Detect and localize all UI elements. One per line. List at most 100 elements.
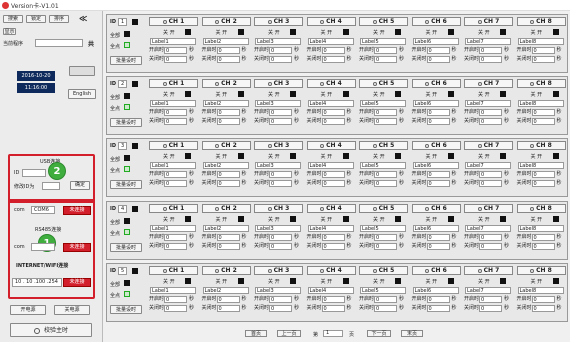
channel-switch[interactable] [552,278,559,284]
close-time-field[interactable]: 0 [531,56,555,63]
open-time-field[interactable]: 0 [374,234,397,241]
channel-button[interactable]: CH 8 [516,141,566,150]
channel-label-field[interactable]: Label5 [360,225,406,232]
close-time-field[interactable]: 0 [479,180,502,187]
open-time-field[interactable]: 0 [164,296,187,303]
channel-button[interactable]: CH 1 [149,266,198,275]
close-time-field[interactable]: 0 [269,243,292,250]
all-on-switch[interactable] [124,31,130,37]
channel-switch[interactable] [290,278,296,284]
set-time-button[interactable]: 批量设时 [110,180,142,189]
last-page-button[interactable]: 末页 [401,330,423,337]
close-time-field[interactable]: 0 [321,180,345,187]
channel-label-field[interactable]: Label8 [517,100,564,107]
channel-label-field[interactable]: Label1 [150,225,196,232]
group-id-field[interactable]: 2 [118,80,127,88]
close-time-field[interactable]: 0 [216,305,240,312]
calibrate-button[interactable]: 校验主时 [10,323,92,337]
open-time-field[interactable]: 0 [531,171,555,178]
channel-switch[interactable] [185,29,191,35]
channel-label-field[interactable]: Label1 [150,38,196,45]
channel-label-field[interactable]: Label5 [360,38,406,45]
lock-button[interactable]: 锁定 [26,15,46,23]
channel-label-field[interactable]: Label5 [360,162,406,169]
open-time-field[interactable]: 0 [269,296,292,303]
channel-label-field[interactable]: Label1 [150,100,196,107]
channel-label-field[interactable]: Label5 [360,287,406,294]
group-id-field[interactable]: 1 [118,18,127,26]
channel-button[interactable]: CH 5 [359,79,408,88]
open-time-field[interactable]: 0 [426,109,450,116]
channel-switch[interactable] [237,153,244,159]
com-select-2[interactable] [31,243,55,251]
open-time-field[interactable]: 0 [426,234,450,241]
channel-button[interactable]: CH 6 [411,79,461,88]
open-time-field[interactable]: 0 [164,234,187,241]
channel-label-field[interactable]: Label5 [360,100,406,107]
set-time-button[interactable]: 批量设时 [110,243,142,252]
open-time-field[interactable]: 0 [531,234,555,241]
open-time-field[interactable]: 0 [164,47,187,54]
channel-label-field[interactable]: Label6 [412,38,459,45]
channel-switch[interactable] [447,216,454,222]
group-id-field[interactable]: 5 [118,267,127,275]
close-time-field[interactable]: 0 [374,305,397,312]
channel-label-field[interactable]: Label2 [202,225,249,232]
close-time-field[interactable]: 0 [374,180,397,187]
channel-switch[interactable] [447,153,454,159]
open-time-field[interactable]: 0 [531,109,555,116]
new-id-field[interactable] [42,182,60,190]
all-checkbox[interactable] [124,291,130,297]
next-page-button[interactable]: 下一页 [367,330,391,337]
close-time-field[interactable]: 0 [374,243,397,250]
channel-switch[interactable] [395,29,401,35]
channel-button[interactable]: CH 5 [359,17,408,26]
channel-switch[interactable] [447,278,454,284]
channel-button[interactable]: CH 2 [201,141,251,150]
channel-switch[interactable] [395,278,401,284]
channel-label-field[interactable]: Label4 [307,162,354,169]
group-id-field[interactable]: 3 [118,142,127,150]
open-time-field[interactable]: 0 [479,47,502,54]
close-time-field[interactable]: 0 [164,56,187,63]
channel-label-field[interactable]: Label8 [517,225,564,232]
open-time-field[interactable]: 0 [374,47,397,54]
channel-label-field[interactable]: Label6 [412,287,459,294]
channel-label-field[interactable]: Label6 [412,100,459,107]
channel-switch[interactable] [342,153,349,159]
english-button[interactable]: English [68,89,96,99]
channel-button[interactable]: CH 5 [359,141,408,150]
open-time-field[interactable]: 0 [164,171,187,178]
channel-button[interactable]: CH 6 [411,141,461,150]
channel-button[interactable]: CH 3 [254,266,303,275]
channel-switch[interactable] [237,91,244,97]
channel-switch[interactable] [395,91,401,97]
channel-button[interactable]: CH 1 [149,204,198,213]
channel-button[interactable]: CH 7 [464,17,513,26]
open-time-field[interactable]: 0 [269,171,292,178]
close-time-field[interactable]: 0 [531,180,555,187]
open-time-field[interactable]: 0 [269,47,292,54]
open-time-field[interactable]: 0 [216,47,240,54]
open-time-field[interactable]: 0 [426,171,450,178]
com-select-1[interactable]: COM6 [31,206,55,214]
channel-button[interactable]: CH 1 [149,17,198,26]
open-time-field[interactable]: 0 [479,234,502,241]
close-time-field[interactable]: 0 [269,180,292,187]
channel-button[interactable]: CH 2 [201,17,251,26]
open-time-field[interactable]: 0 [479,296,502,303]
channel-switch[interactable] [552,153,559,159]
open-time-field[interactable]: 0 [216,234,240,241]
channel-button[interactable]: CH 2 [201,204,251,213]
channel-label-field[interactable]: Label6 [412,225,459,232]
channel-switch[interactable] [500,153,506,159]
channel-switch[interactable] [552,91,559,97]
close-time-field[interactable]: 0 [164,243,187,250]
channel-label-field[interactable]: Label7 [465,225,511,232]
channel-button[interactable]: CH 1 [149,79,198,88]
channel-button[interactable]: CH 3 [254,79,303,88]
close-time-field[interactable]: 0 [479,118,502,125]
channel-button[interactable]: CH 4 [306,141,356,150]
channel-button[interactable]: CH 5 [359,266,408,275]
channel-button[interactable]: CH 4 [306,17,356,26]
